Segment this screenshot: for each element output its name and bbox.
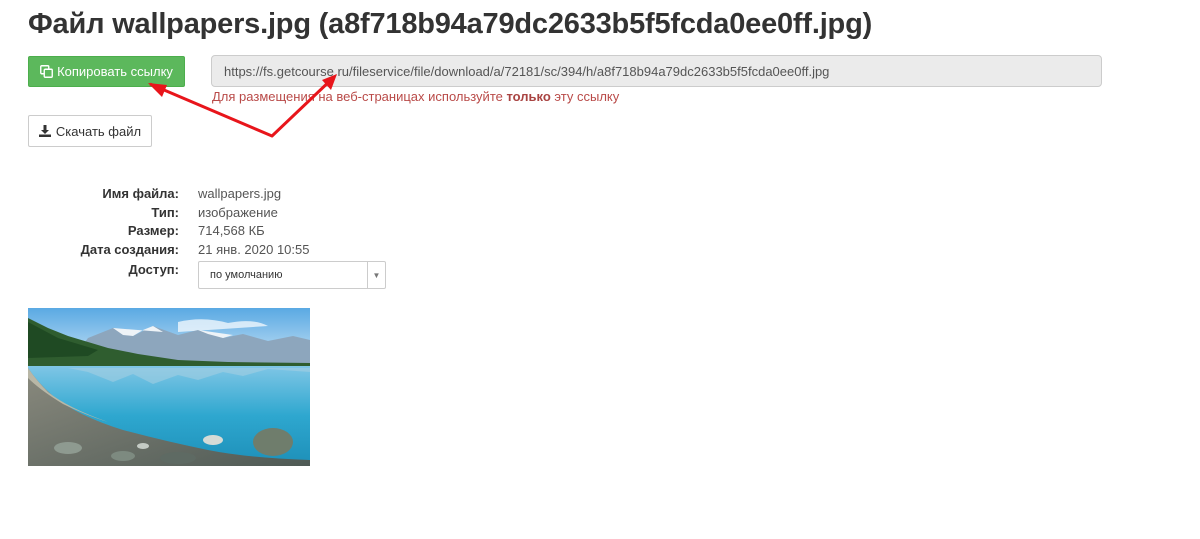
filename-value: wallpapers.jpg [198,186,282,201]
info-row-filename: Имя файла: wallpapers.jpg [0,186,500,204]
download-icon [38,125,51,137]
info-row-type: Тип: изображение [0,205,500,223]
file-page: Файл wallpapers.jpg (a8f718b94a79dc2633b… [0,0,1200,539]
hint-text-start: Для размещения на веб-страницах использу… [212,89,507,104]
size-label: Размер: [127,223,179,238]
access-select[interactable]: по умолчанию ▼ [198,261,386,289]
type-value: изображение [198,205,278,220]
filename-label: Имя файла: [102,186,179,201]
type-label: Тип: [151,205,179,220]
size-value: 714,568 КБ [198,223,265,238]
landscape-image [28,308,310,466]
copy-link-button[interactable]: Копировать ссылку [28,56,185,87]
copy-icon [40,65,54,78]
url-usage-hint: Для размещения на веб-страницах использу… [212,89,619,104]
chevron-down-icon[interactable]: ▼ [367,262,385,288]
created-value: 21 янв. 2020 10:55 [198,242,310,257]
page-title: Файл wallpapers.jpg (a8f718b94a79dc2633b… [28,8,873,40]
file-url-input[interactable] [211,55,1102,87]
info-row-created: Дата создания: 21 янв. 2020 10:55 [0,242,500,260]
download-file-button[interactable]: Скачать файл [28,115,152,147]
access-label: Доступ: [128,262,179,277]
hint-text-end: эту ссылку [550,89,620,104]
copy-link-label: Копировать ссылку [57,64,173,79]
created-label: Дата создания: [80,242,179,257]
download-file-label: Скачать файл [55,123,142,139]
hint-text-emphasis: только [506,89,551,104]
access-select-value: по умолчанию [210,269,283,281]
info-row-size: Размер: 714,568 КБ [0,223,500,241]
image-preview [28,308,310,466]
